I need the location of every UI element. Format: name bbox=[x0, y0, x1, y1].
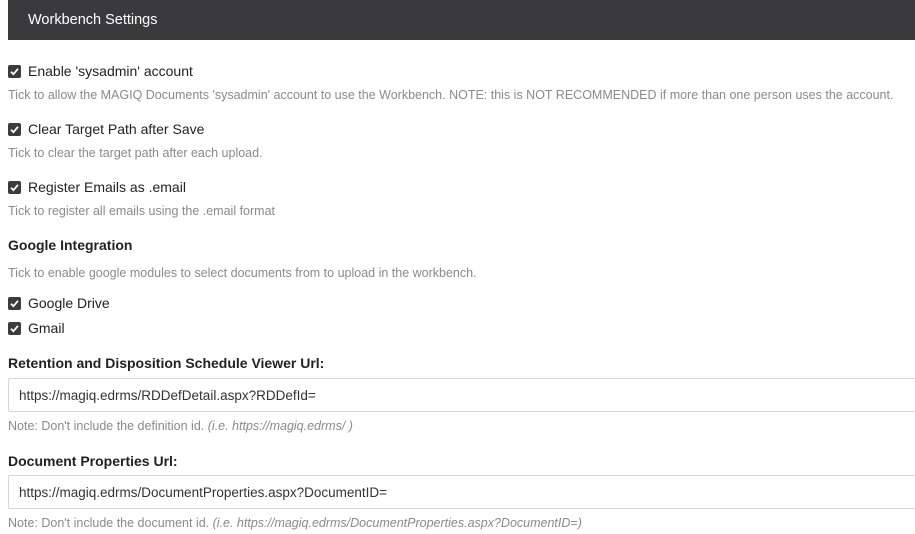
clear-target-help: Tick to clear the target path after each… bbox=[8, 146, 263, 160]
register-emails-checkbox[interactable] bbox=[8, 180, 21, 194]
google-drive-label[interactable]: Google Drive bbox=[28, 295, 110, 311]
clear-target-option[interactable]: Clear Target Path after Save bbox=[8, 120, 204, 138]
sysadmin-help: Tick to allow the MAGIQ Documents 'sysad… bbox=[8, 88, 894, 102]
check-icon bbox=[10, 324, 19, 333]
gmail-label[interactable]: Gmail bbox=[28, 320, 65, 336]
retention-url-input[interactable] bbox=[8, 378, 915, 412]
page-title: Workbench Settings bbox=[28, 12, 158, 28]
clear-target-checkbox[interactable] bbox=[8, 122, 21, 136]
check-icon bbox=[10, 67, 19, 76]
retention-url-note: Note: Don't include the definition id. (… bbox=[8, 419, 353, 433]
google-integration-help: Tick to enable google modules to select … bbox=[8, 266, 477, 280]
google-drive-checkbox[interactable] bbox=[8, 296, 21, 310]
register-emails-help: Tick to register all emails using the .e… bbox=[8, 204, 275, 218]
doc-props-url-note: Note: Don't include the document id. (i.… bbox=[8, 516, 582, 530]
retention-note-example: (i.e. https://magiq.edrms/ ) bbox=[207, 419, 353, 433]
register-emails-option[interactable]: Register Emails as .email bbox=[8, 178, 186, 196]
google-drive-option[interactable]: Google Drive bbox=[8, 294, 110, 312]
sysadmin-option[interactable]: Enable 'sysadmin' account bbox=[8, 62, 193, 80]
check-icon bbox=[10, 125, 19, 134]
doc-props-url-title: Document Properties Url: bbox=[8, 453, 178, 469]
google-integration-title: Google Integration bbox=[8, 237, 133, 253]
doc-props-note-text: Note: Don't include the document id. bbox=[8, 516, 210, 530]
register-emails-label[interactable]: Register Emails as .email bbox=[28, 179, 186, 195]
check-icon bbox=[10, 299, 19, 308]
retention-url-title: Retention and Disposition Schedule Viewe… bbox=[8, 355, 325, 371]
sysadmin-checkbox[interactable] bbox=[8, 64, 21, 78]
sysadmin-label[interactable]: Enable 'sysadmin' account bbox=[28, 63, 193, 79]
check-icon bbox=[10, 183, 19, 192]
clear-target-label[interactable]: Clear Target Path after Save bbox=[28, 121, 204, 137]
gmail-option[interactable]: Gmail bbox=[8, 319, 65, 337]
settings-header: Workbench Settings bbox=[8, 0, 915, 40]
doc-props-url-input[interactable] bbox=[8, 475, 915, 509]
retention-note-text: Note: Don't include the definition id. bbox=[8, 419, 205, 433]
gmail-checkbox[interactable] bbox=[8, 321, 21, 335]
doc-props-note-example: (i.e. https://magiq.edrms/DocumentProper… bbox=[212, 516, 582, 530]
